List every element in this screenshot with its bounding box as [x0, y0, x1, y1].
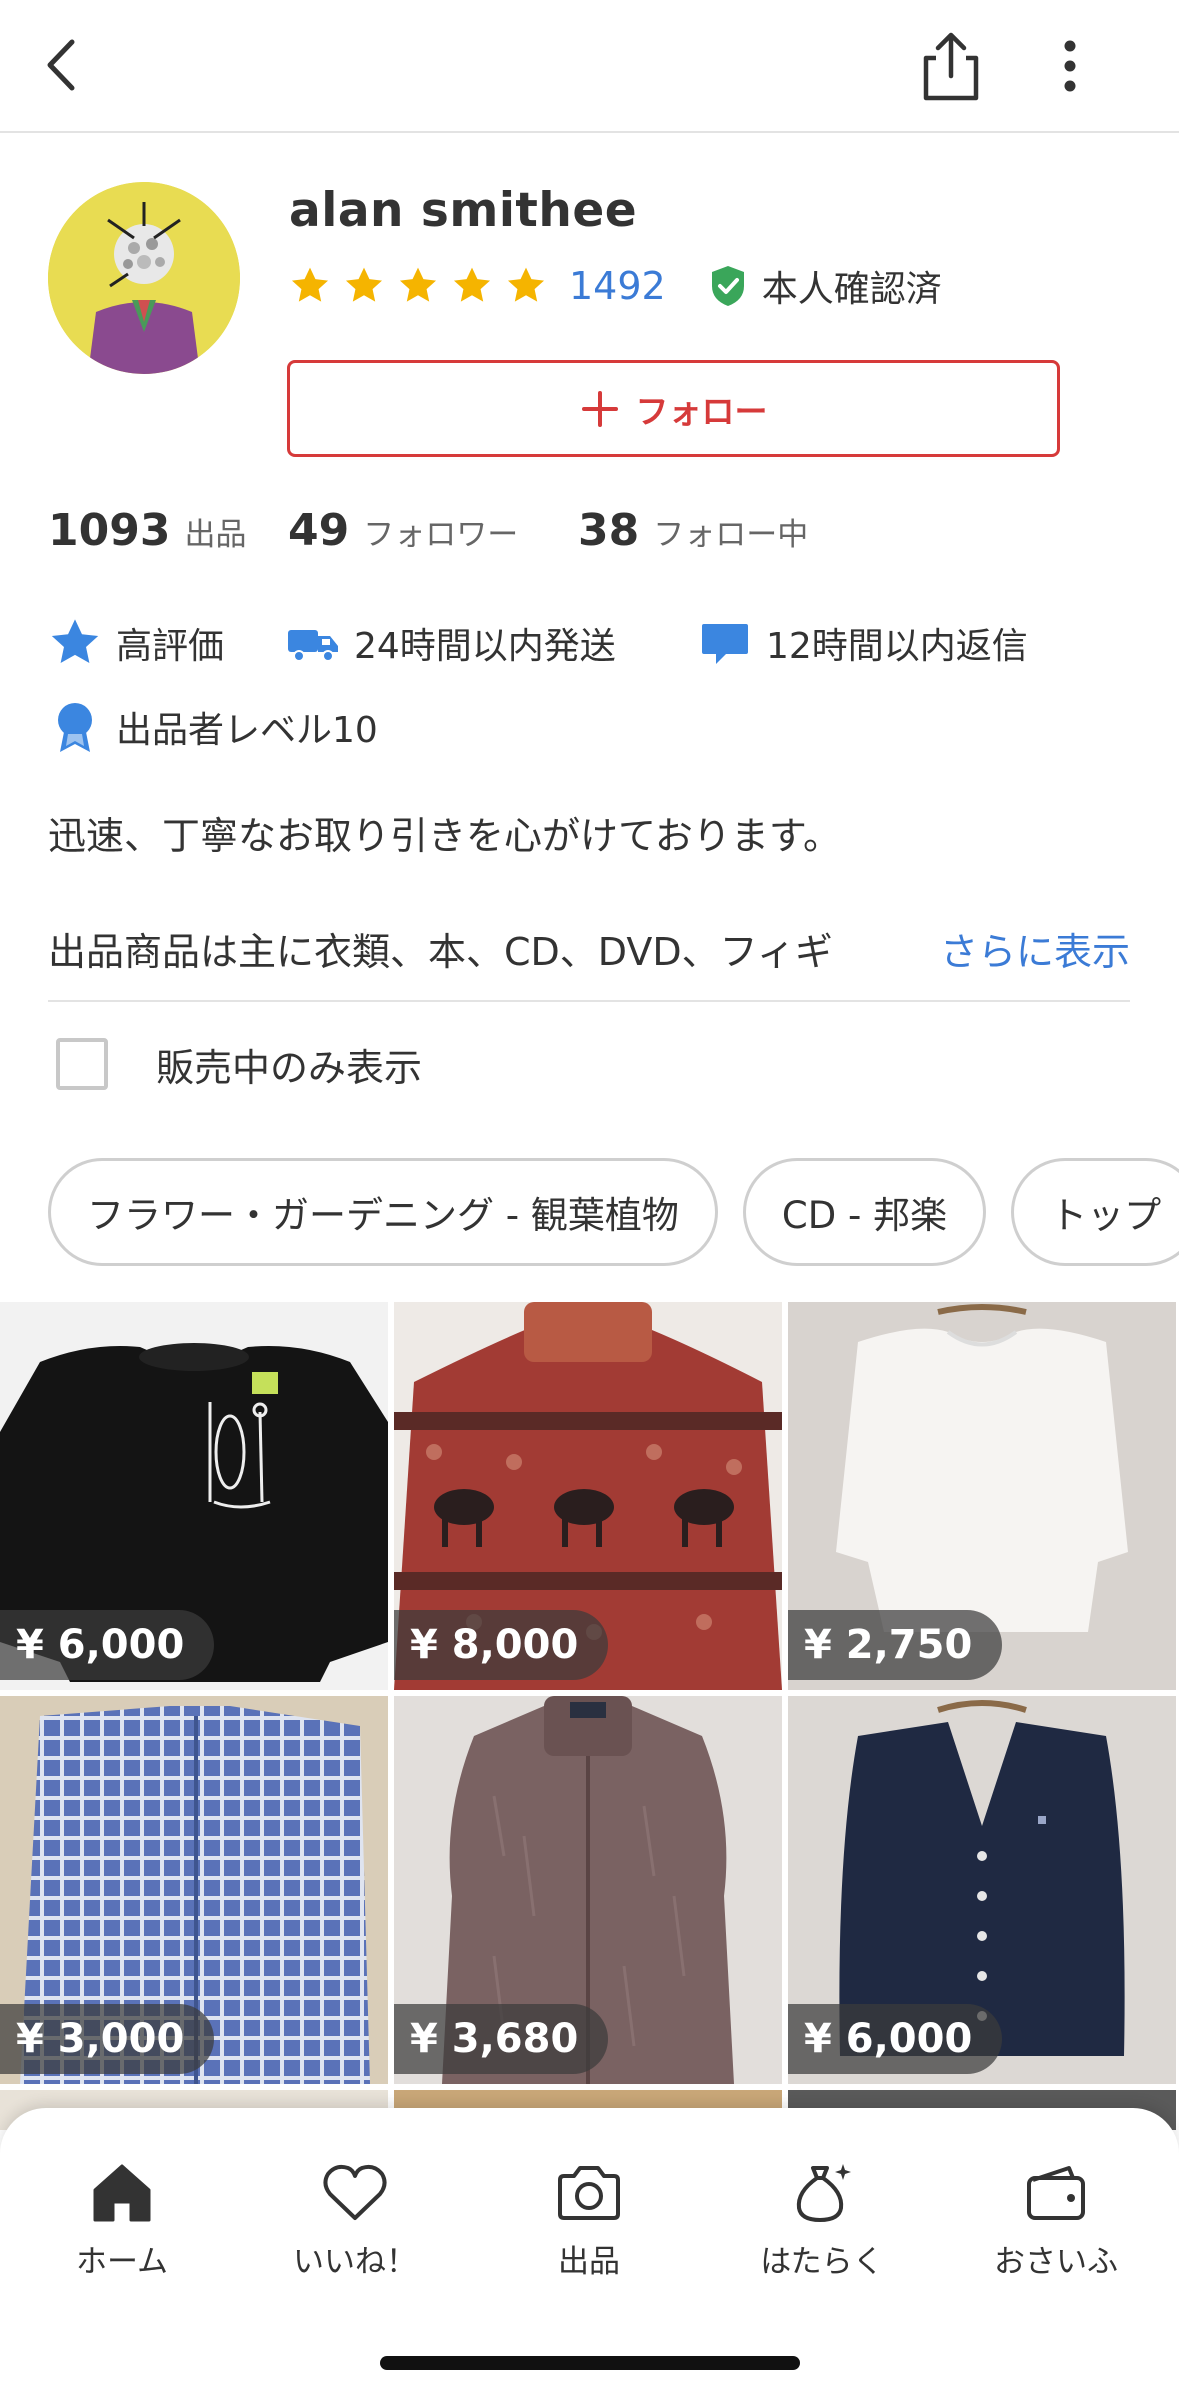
badge-high-rating: 高評価 [48, 616, 286, 670]
badge-label: 12時間以内返信 [766, 626, 1028, 667]
star-icon [399, 267, 437, 302]
stats-row: 1093 出品 49 フォロワー 38 フォロー中 [48, 505, 808, 565]
on-sale-label: 販売中のみ表示 [156, 1045, 423, 1090]
share-icon[interactable] [918, 28, 984, 104]
follow-label: フォロー [635, 391, 768, 431]
star-icon [507, 267, 545, 302]
truck-icon [288, 630, 338, 662]
home-icon [93, 2164, 151, 2222]
category-chip[interactable]: CD - 邦楽 [742, 1158, 987, 1266]
username: alan smithee [289, 183, 638, 238]
item-card[interactable]: ¥ 3,000 [0, 1696, 388, 2084]
bottom-navigation: ホーム いいね！ 出品 はたらく おさいふ [0, 2108, 1179, 2396]
nav-wallet[interactable]: おさいふ [956, 2158, 1156, 2288]
nav-home[interactable]: ホーム [22, 2158, 222, 2288]
nav-likes[interactable]: いいね！ [255, 2158, 455, 2288]
stat-label: フォロー中 [653, 517, 809, 553]
badge-seller-level: 出品者レベル10 [48, 700, 378, 754]
profile-description-line2: 出品商品は主に衣類、本、CD、DVD、フィギ さらに表示 [48, 920, 1130, 976]
badge-label: 高評価 [116, 626, 225, 667]
item-price-tag: ¥ 6,000 [788, 2004, 1003, 2074]
item-card[interactable]: ¥ 3,680 [394, 1696, 782, 2084]
star-icon [345, 267, 383, 302]
nav-label: はたらく [760, 2244, 884, 2280]
badge-label: 出品者レベル10 [116, 710, 378, 751]
on-sale-only-filter[interactable]: 販売中のみ表示 [56, 1036, 422, 1092]
camera-icon [558, 2166, 620, 2220]
item-card[interactable]: ¥ 6,000 [0, 1302, 388, 1690]
nav-sell[interactable]: 出品 [489, 2158, 689, 2288]
avatar [48, 182, 240, 374]
item-price-tag: ¥ 2,750 [788, 1610, 1003, 1680]
heart-icon [323, 2164, 387, 2220]
rating-row: 1492 本人確認済 [289, 258, 942, 314]
nav-label: 出品 [558, 2244, 620, 2280]
item-price-tag: ¥ 8,000 [394, 1610, 609, 1680]
top-bar [0, 0, 1179, 133]
star-icon [291, 267, 329, 302]
profile-description-line1: 迅速、丁寧なお取り引きを心がけております。 [48, 814, 842, 858]
stat-number: 49 [288, 505, 350, 556]
item-card[interactable]: ¥ 2,750 [788, 1302, 1176, 1690]
nav-label: いいね！ [293, 2244, 417, 2280]
stat-listings: 1093 出品 [48, 505, 288, 556]
nav-work[interactable]: はたらく [722, 2158, 922, 2288]
more-options-icon[interactable] [1050, 36, 1090, 96]
back-arrow-icon[interactable] [38, 30, 98, 100]
money-bag-icon [796, 2164, 851, 2222]
stat-number: 38 [578, 505, 640, 556]
stat-label: 出品 [184, 517, 247, 553]
description-truncated-text: 出品商品は主に衣類、本、CD、DVD、フィギ [48, 929, 833, 974]
divider [48, 1000, 1130, 1002]
star-icon [453, 267, 491, 302]
category-chips: フラワー・ガーデニング - 観葉植物 CD - 邦楽 トップ [48, 1158, 1179, 1266]
item-card[interactable]: ¥ 8,000 [394, 1302, 782, 1690]
review-count-link[interactable]: 1492 [569, 264, 666, 308]
verified-shield-icon [711, 266, 744, 306]
badge-label: 24時間以内発送 [354, 626, 616, 667]
nav-label: ホーム [75, 2244, 169, 2280]
category-chip[interactable]: トップ [1011, 1158, 1179, 1266]
stat-number: 1093 [48, 505, 171, 556]
item-card[interactable]: ¥ 6,000 [788, 1696, 1176, 2084]
ribbon-medal-icon [58, 703, 92, 752]
plus-icon [581, 390, 618, 427]
verified-label: 本人確認済 [761, 269, 942, 310]
category-chip[interactable]: フラワー・ガーデニング - 観葉植物 [48, 1158, 718, 1266]
follow-button[interactable]: フォロー [287, 360, 1060, 457]
chat-bubble-icon [702, 624, 748, 664]
badge-reply: 12時間以内返信 [698, 616, 1028, 670]
item-price-tag: ¥ 6,000 [0, 1610, 215, 1680]
on-sale-checkbox[interactable] [56, 1038, 108, 1090]
seller-badges: 高評価 24時間以内発送 12時間以内返信 [48, 610, 1028, 676]
badge-shipping: 24時間以内発送 [286, 616, 698, 670]
verified-badge: 本人確認済 [708, 260, 942, 312]
stat-label: フォロワー [363, 517, 519, 553]
wallet-icon [1027, 2166, 1085, 2220]
star-badge-icon [51, 619, 99, 664]
stat-following[interactable]: 38 フォロー中 [578, 505, 808, 556]
rating-stars [289, 265, 547, 307]
stat-followers[interactable]: 49 フォロワー [288, 505, 578, 556]
show-more-link[interactable]: さらに表示 [940, 921, 1130, 976]
nav-label: おさいふ [994, 2244, 1118, 2280]
item-price-tag: ¥ 3,680 [394, 2004, 609, 2074]
seller-level-row: 出品者レベル10 [48, 694, 378, 760]
item-price-tag: ¥ 3,000 [0, 2004, 215, 2074]
home-indicator [380, 2356, 800, 2370]
